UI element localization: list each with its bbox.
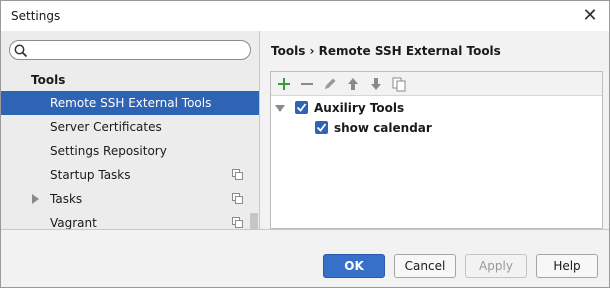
breadcrumb: Tools › Remote SSH External Tools: [271, 44, 501, 58]
sidebar-item-settings-repository[interactable]: Settings Repository: [1, 139, 259, 163]
copy-icon: [232, 193, 243, 204]
cancel-button[interactable]: Cancel: [394, 254, 456, 278]
close-icon[interactable]: ✕: [579, 5, 601, 27]
sidebar-item-tasks[interactable]: Tasks: [1, 187, 259, 211]
checkmark-icon: [296, 103, 307, 112]
copy-icon[interactable]: [390, 75, 408, 93]
move-down-icon[interactable]: [367, 75, 385, 93]
move-up-icon[interactable]: [344, 75, 362, 93]
apply-button[interactable]: Apply: [465, 254, 527, 278]
edit-icon[interactable]: [321, 75, 339, 93]
help-button[interactable]: Help: [536, 254, 598, 278]
copy-icon: [232, 217, 243, 228]
sidebar-section-tools: Tools: [31, 73, 66, 87]
sidebar-item-server-certificates[interactable]: Server Certificates: [1, 115, 259, 139]
tree-node-label: Auxiliry Tools: [314, 101, 405, 115]
sidebar-item-label: Settings Repository: [50, 144, 167, 158]
tool-checkbox[interactable]: [315, 121, 328, 134]
sidebar-item-label: Server Certificates: [50, 120, 162, 134]
checkmark-icon: [316, 123, 327, 132]
dialog-footer: OK Cancel Apply Help: [1, 229, 609, 287]
tools-panel: Auxiliry Tools show calendar: [270, 71, 603, 229]
search-icon: [14, 44, 28, 58]
collapse-arrow-icon[interactable]: [275, 105, 285, 112]
tools-toolbar: [271, 72, 602, 96]
search-input[interactable]: [9, 40, 251, 60]
tree-node-label: show calendar: [334, 121, 432, 135]
window-title: Settings: [11, 9, 61, 23]
remove-icon[interactable]: [298, 75, 316, 93]
title-bar: Settings ✕: [1, 1, 609, 31]
add-icon[interactable]: [275, 75, 293, 93]
breadcrumb-separator: ›: [309, 44, 315, 58]
tree-node-group[interactable]: Auxiliry Tools: [271, 98, 602, 118]
settings-content: Tools › Remote SSH External Tools Auxili…: [260, 31, 609, 229]
sidebar-item-label: Tasks: [50, 192, 83, 206]
group-checkbox[interactable]: [295, 101, 308, 114]
breadcrumb-current: Remote SSH External Tools: [318, 44, 501, 58]
sidebar-item-startup-tasks[interactable]: Startup Tasks: [1, 163, 259, 187]
expand-arrow-icon[interactable]: [32, 194, 39, 204]
settings-dialog: Settings ✕ Tools Remote SSH External Too…: [0, 0, 610, 288]
sidebar-item-label: Remote SSH External Tools: [50, 96, 212, 110]
tree-node-tool[interactable]: show calendar: [271, 118, 602, 138]
sidebar-item-label: Startup Tasks: [50, 168, 131, 182]
breadcrumb-parent[interactable]: Tools: [271, 44, 305, 58]
sidebar-item-remote-ssh-external-tools[interactable]: Remote SSH External Tools: [1, 91, 259, 115]
settings-sidebar: Tools Remote SSH External Tools Server C…: [1, 31, 260, 259]
copy-icon: [232, 169, 243, 180]
ok-button[interactable]: OK: [323, 254, 385, 278]
